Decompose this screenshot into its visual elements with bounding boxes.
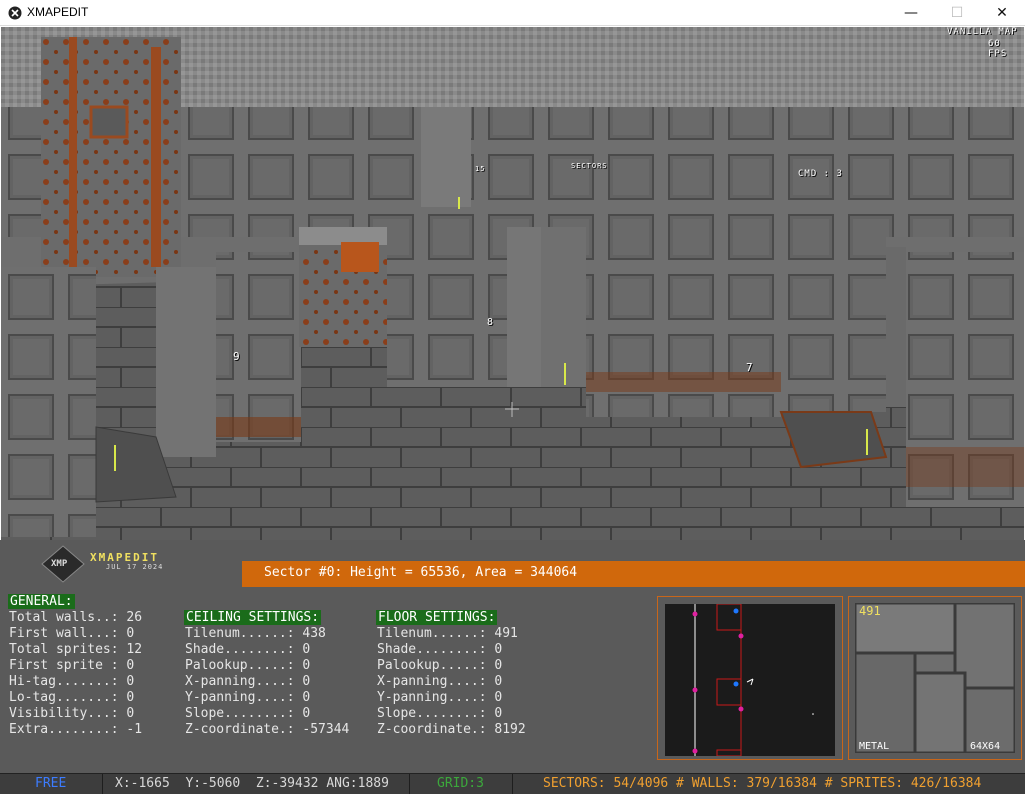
fps-counter: 60 FPS	[988, 39, 1024, 59]
logo-date: JUL 17 2024	[106, 563, 163, 571]
general-line: First wall...: 0	[9, 626, 134, 641]
label-9: 9	[233, 350, 241, 363]
mode-segment: FREE	[0, 774, 103, 794]
ceiling-line: Slope........: 0	[185, 706, 310, 721]
ceiling-line: X-panning....: 0	[185, 674, 310, 689]
mode-label: FREE	[35, 776, 66, 791]
label-7: 7	[746, 361, 754, 374]
tile-size: 64X64	[970, 741, 1000, 752]
sectors-label: SECTORS	[571, 162, 608, 170]
grid-label: GRID:3	[437, 776, 484, 791]
ceiling-title: CEILING SETTINGS:	[184, 610, 321, 625]
tile-material: METAL	[859, 741, 889, 752]
coords-segment: X:-1665 Y:-5060 Z:-39432 ANG:1889	[103, 774, 410, 794]
cmd-label: CMD : 3	[798, 169, 843, 179]
general-line: First sprite : 0	[9, 658, 134, 673]
ceiling-line: Tilenum......: 438	[185, 626, 326, 641]
ceiling-line: Y-panning....: 0	[185, 690, 310, 705]
ceiling-line: Z-coordinate.: -57344	[185, 722, 349, 737]
grid-segment: GRID:3	[410, 774, 513, 794]
maximize-button[interactable]: ☐	[934, 0, 980, 26]
floor-line: Tilenum......: 491	[377, 626, 518, 641]
minimap-drawing	[665, 604, 835, 756]
info-panel: XMP XMAPEDIT JUL 17 2024 Sector #0: Heig…	[0, 540, 1025, 773]
minimize-button[interactable]: —	[888, 0, 934, 26]
bottom-status-bar: FREE X:-1665 Y:-5060 Z:-39432 ANG:1889 G…	[0, 773, 1025, 794]
floor-line: Z-coordinate.: 8192	[377, 722, 526, 737]
floor-line: Slope........: 0	[377, 706, 502, 721]
tile-number: 491	[859, 604, 881, 618]
general-line: Lo-tag.......: 0	[9, 690, 134, 705]
coords-readout: X:-1665 Y:-5060 Z:-39432 ANG:1889	[115, 776, 389, 791]
floor-line: X-panning....: 0	[377, 674, 502, 689]
floor-line: Shade........: 0	[377, 642, 502, 657]
general-line: Extra........: -1	[9, 722, 142, 737]
title-bar: XMAPEDIT — ☐ ✕	[0, 0, 1025, 26]
floor-line: Y-panning....: 0	[377, 690, 502, 705]
floor-title: FLOOR SETTINGS:	[376, 610, 497, 625]
tile-texture	[855, 603, 1015, 753]
sector-status-bar: Sector #0: Height = 65536, Area = 344064	[242, 561, 1025, 587]
sector-status-text: Sector #0: Height = 65536, Area = 344064	[264, 565, 577, 580]
tile-preview[interactable]: 491 METAL 64X64	[855, 603, 1015, 753]
3d-viewport[interactable]: VANILLA MAP 60 FPS SECTORS CMD : 3 8 9 7…	[1, 27, 1024, 562]
map-type-label: VANILLA MAP	[947, 27, 1018, 37]
general-line: Hi-tag.......: 0	[9, 674, 134, 689]
floor-line: Palookup.....: 0	[377, 658, 502, 673]
label-8: 8	[487, 317, 494, 328]
tile-preview-frame: 491 METAL 64X64	[848, 596, 1022, 760]
3d-scene-render	[1, 27, 1024, 562]
minimap[interactable]	[665, 604, 835, 756]
ceiling-line: Palookup.....: 0	[185, 658, 310, 673]
counts-segment: SECTORS: 54/4096 # WALLS: 379/16384 # SP…	[513, 774, 1025, 794]
map-counts: SECTORS: 54/4096 # WALLS: 379/16384 # SP…	[543, 776, 981, 791]
general-line: Total sprites: 12	[9, 642, 142, 657]
general-line: Total walls..: 26	[9, 610, 142, 625]
general-line: Visibility...: 0	[9, 706, 134, 721]
logo-badge: XMP	[51, 559, 67, 569]
general-title: GENERAL:	[8, 594, 75, 609]
close-button[interactable]: ✕	[979, 0, 1025, 26]
ceiling-line: Shade........: 0	[185, 642, 310, 657]
label-15: 15	[475, 165, 485, 173]
minimap-frame	[657, 596, 843, 760]
logo-area: XMP XMAPEDIT JUL 17 2024	[0, 540, 245, 588]
app-icon	[8, 6, 22, 20]
window-title: XMAPEDIT	[27, 5, 88, 19]
